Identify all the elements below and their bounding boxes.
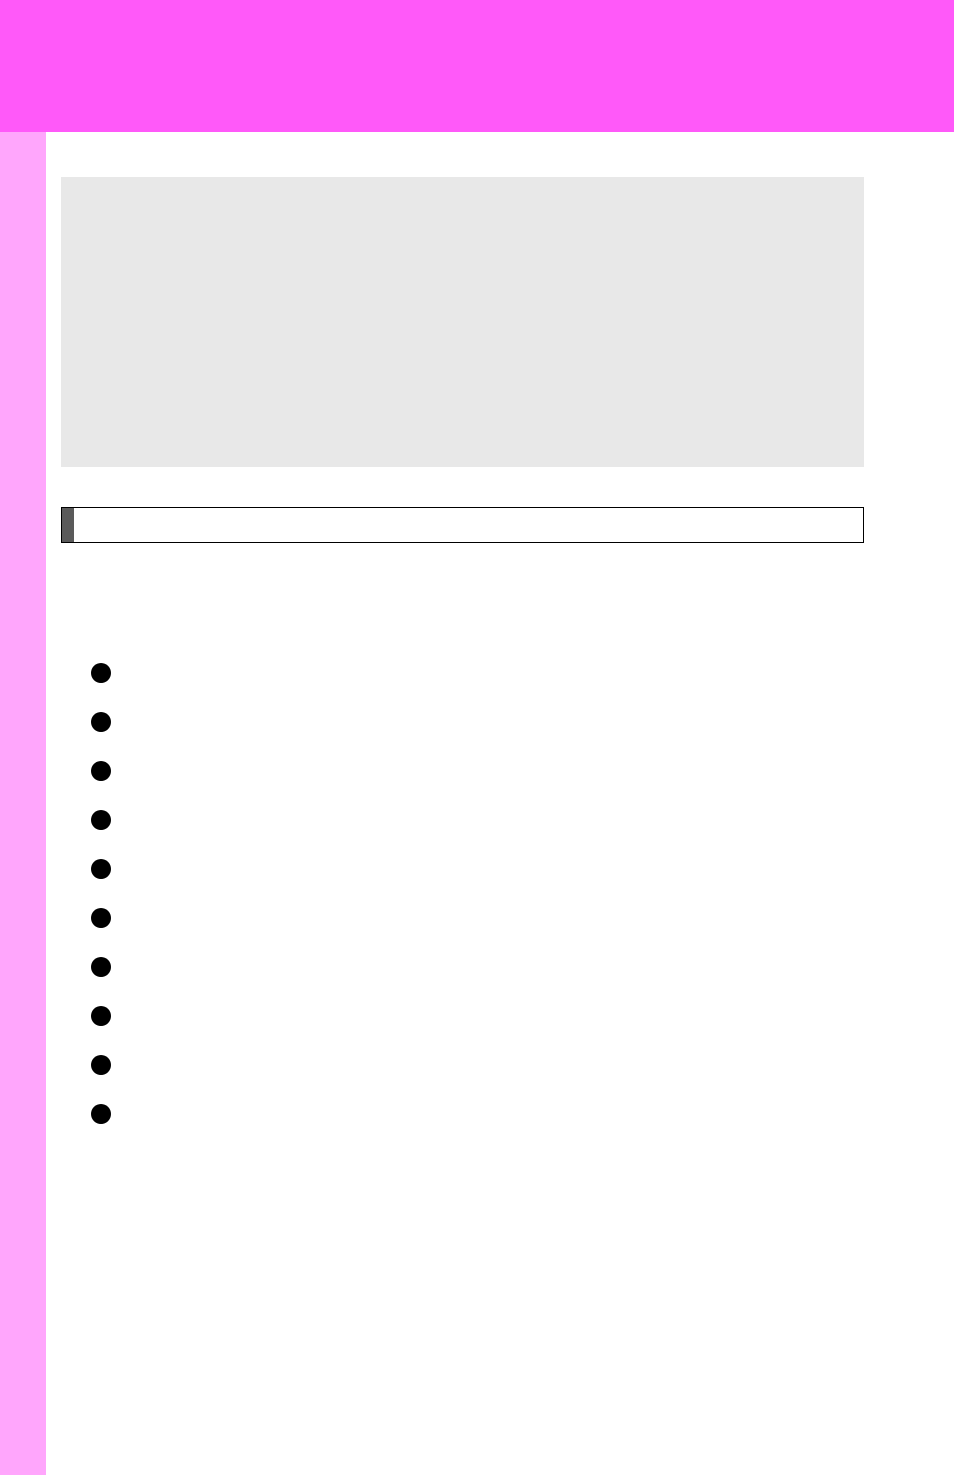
content-placeholder [61, 177, 864, 467]
bullet-icon [91, 663, 111, 683]
bullet-icon [91, 908, 111, 928]
main-container [0, 132, 954, 1475]
bullet-icon [91, 810, 111, 830]
header-banner [0, 0, 954, 132]
bullet-icon [91, 712, 111, 732]
sidebar [0, 132, 46, 1475]
list-item[interactable] [91, 1055, 864, 1080]
bullet-icon [91, 761, 111, 781]
bullet-icon [91, 1055, 111, 1075]
list-item[interactable] [91, 1104, 864, 1129]
list-item[interactable] [91, 957, 864, 982]
progress-bar-fill [62, 508, 74, 542]
bullet-list [91, 663, 864, 1129]
bullet-icon [91, 1104, 111, 1124]
bullet-icon [91, 859, 111, 879]
list-item[interactable] [91, 1006, 864, 1031]
progress-bar-container[interactable] [61, 507, 864, 543]
list-item[interactable] [91, 663, 864, 688]
list-item[interactable] [91, 712, 864, 737]
bullet-icon [91, 957, 111, 977]
list-item[interactable] [91, 908, 864, 933]
bullet-icon [91, 1006, 111, 1026]
list-item[interactable] [91, 761, 864, 786]
list-item[interactable] [91, 810, 864, 835]
list-item[interactable] [91, 859, 864, 884]
main-content [46, 132, 954, 1475]
